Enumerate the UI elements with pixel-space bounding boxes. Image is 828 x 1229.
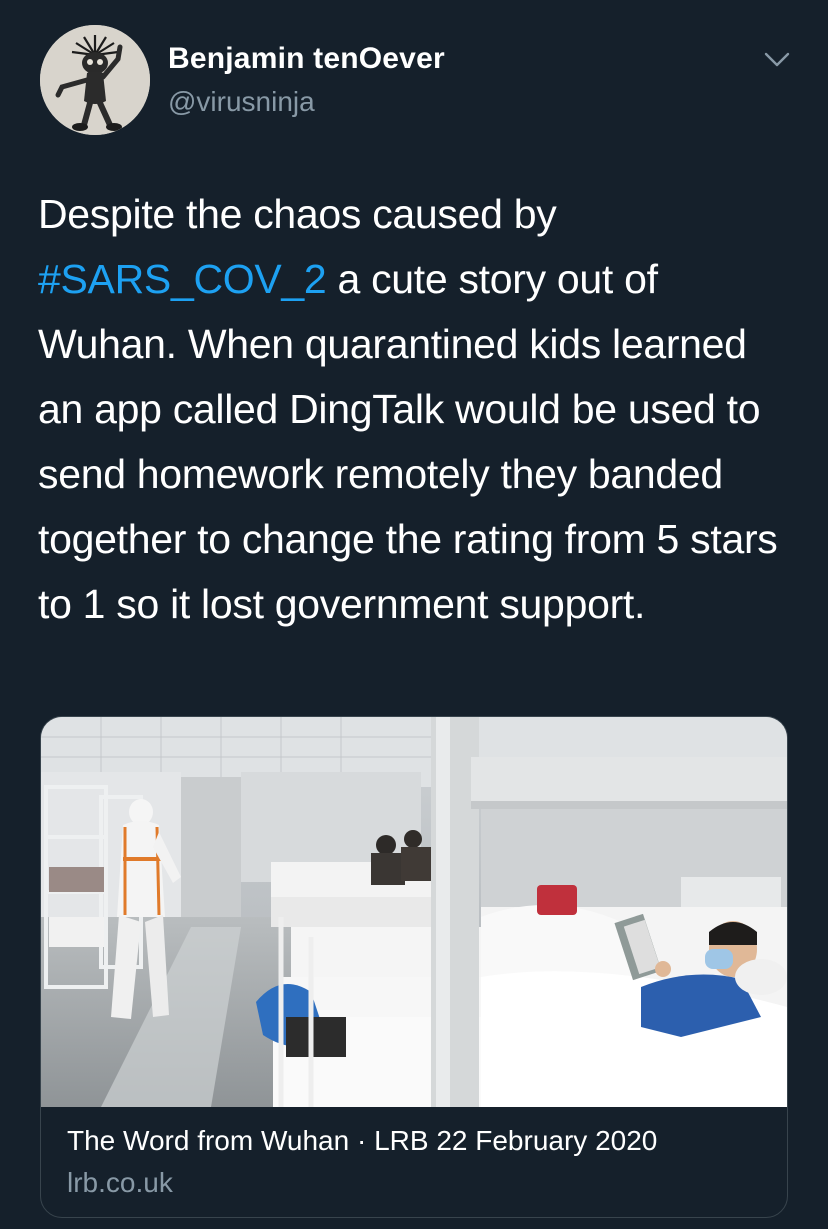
quarantine-ward-photo	[41, 717, 787, 1107]
hashtag-link[interactable]: #SARS_COV_2	[38, 256, 327, 302]
author-handle[interactable]: @virusninja	[168, 86, 315, 118]
link-card[interactable]: The Word from Wuhan · LRB 22 February 20…	[40, 716, 788, 1218]
card-title[interactable]: The Word from Wuhan · LRB 22 February 20…	[67, 1125, 657, 1157]
card-image[interactable]	[41, 717, 787, 1107]
avatar-illustration	[40, 25, 150, 135]
chevron-down-icon[interactable]	[762, 48, 792, 72]
card-domain: lrb.co.uk	[67, 1167, 173, 1198]
author-name[interactable]: Benjamin tenOever	[168, 42, 445, 76]
tweet: Benjamin tenOever @virusninja Despite th…	[0, 0, 828, 1229]
tweet-text: Despite the chaos caused by #SARS_COV_2 …	[38, 182, 798, 637]
tweet-text-intro: Despite the chaos caused by	[38, 191, 557, 237]
tweet-text-rest: a cute story out of Wuhan. When quaranti…	[38, 256, 778, 627]
avatar[interactable]	[40, 25, 150, 135]
